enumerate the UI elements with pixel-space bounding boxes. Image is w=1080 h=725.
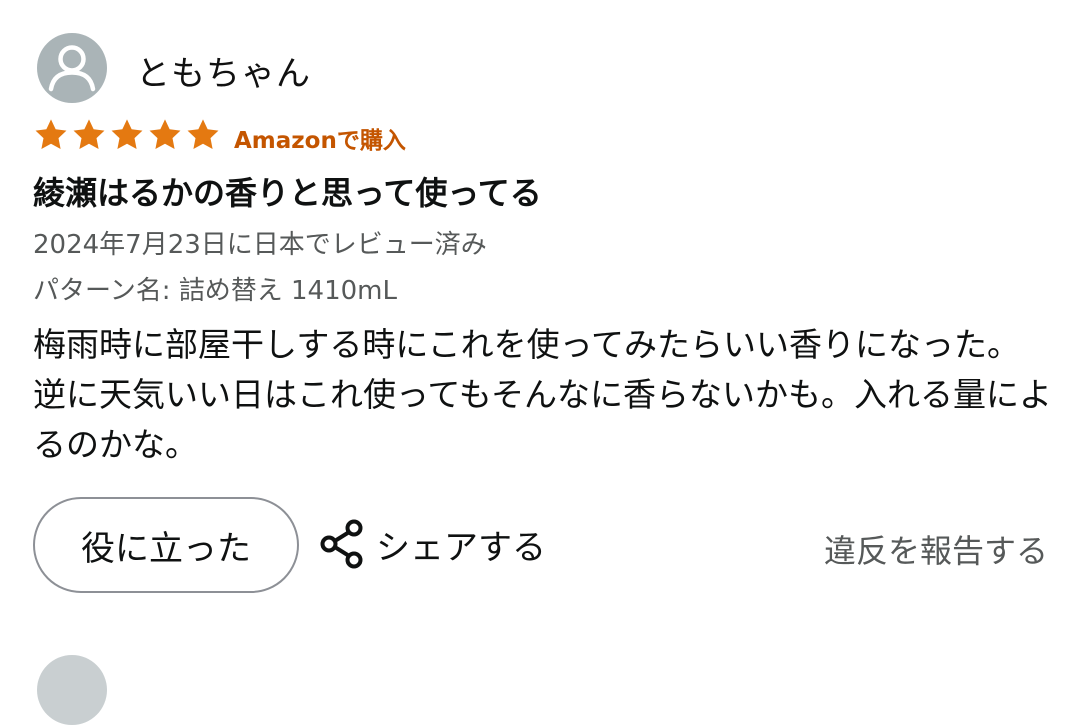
star-icon <box>149 119 181 149</box>
star-icon <box>111 119 143 149</box>
star-rating <box>33 117 221 153</box>
star-icon <box>73 119 105 149</box>
pattern-name: パターン名: 詰め替え 1410mL <box>33 276 397 306</box>
report-abuse-link[interactable]: 違反を報告する <box>824 526 1048 572</box>
reviewer-name[interactable]: ともちゃん <box>136 46 311 95</box>
share-label: シェアする <box>376 527 546 568</box>
verified-purchase-badge: Amazonで購入 <box>234 128 406 154</box>
next-reviewer-avatar <box>37 655 107 725</box>
star-icon <box>35 119 67 149</box>
share-icon <box>320 519 363 569</box>
helpful-button[interactable]: 役に立った <box>33 497 299 593</box>
review-title: 綾瀬はるかの香りと思って使ってる <box>33 174 542 212</box>
star-icon <box>187 119 219 149</box>
review-body: 梅雨時に部屋干しする時にこれを使ってみたらいい香りになった。逆に天気いい日はこれ… <box>33 325 1053 464</box>
user-silhouette-icon <box>48 45 96 92</box>
share-button[interactable]: シェアする <box>318 518 546 570</box>
reviewer-avatar <box>37 33 107 103</box>
review-date: 2024年7月23日に日本でレビュー済み <box>33 230 487 260</box>
